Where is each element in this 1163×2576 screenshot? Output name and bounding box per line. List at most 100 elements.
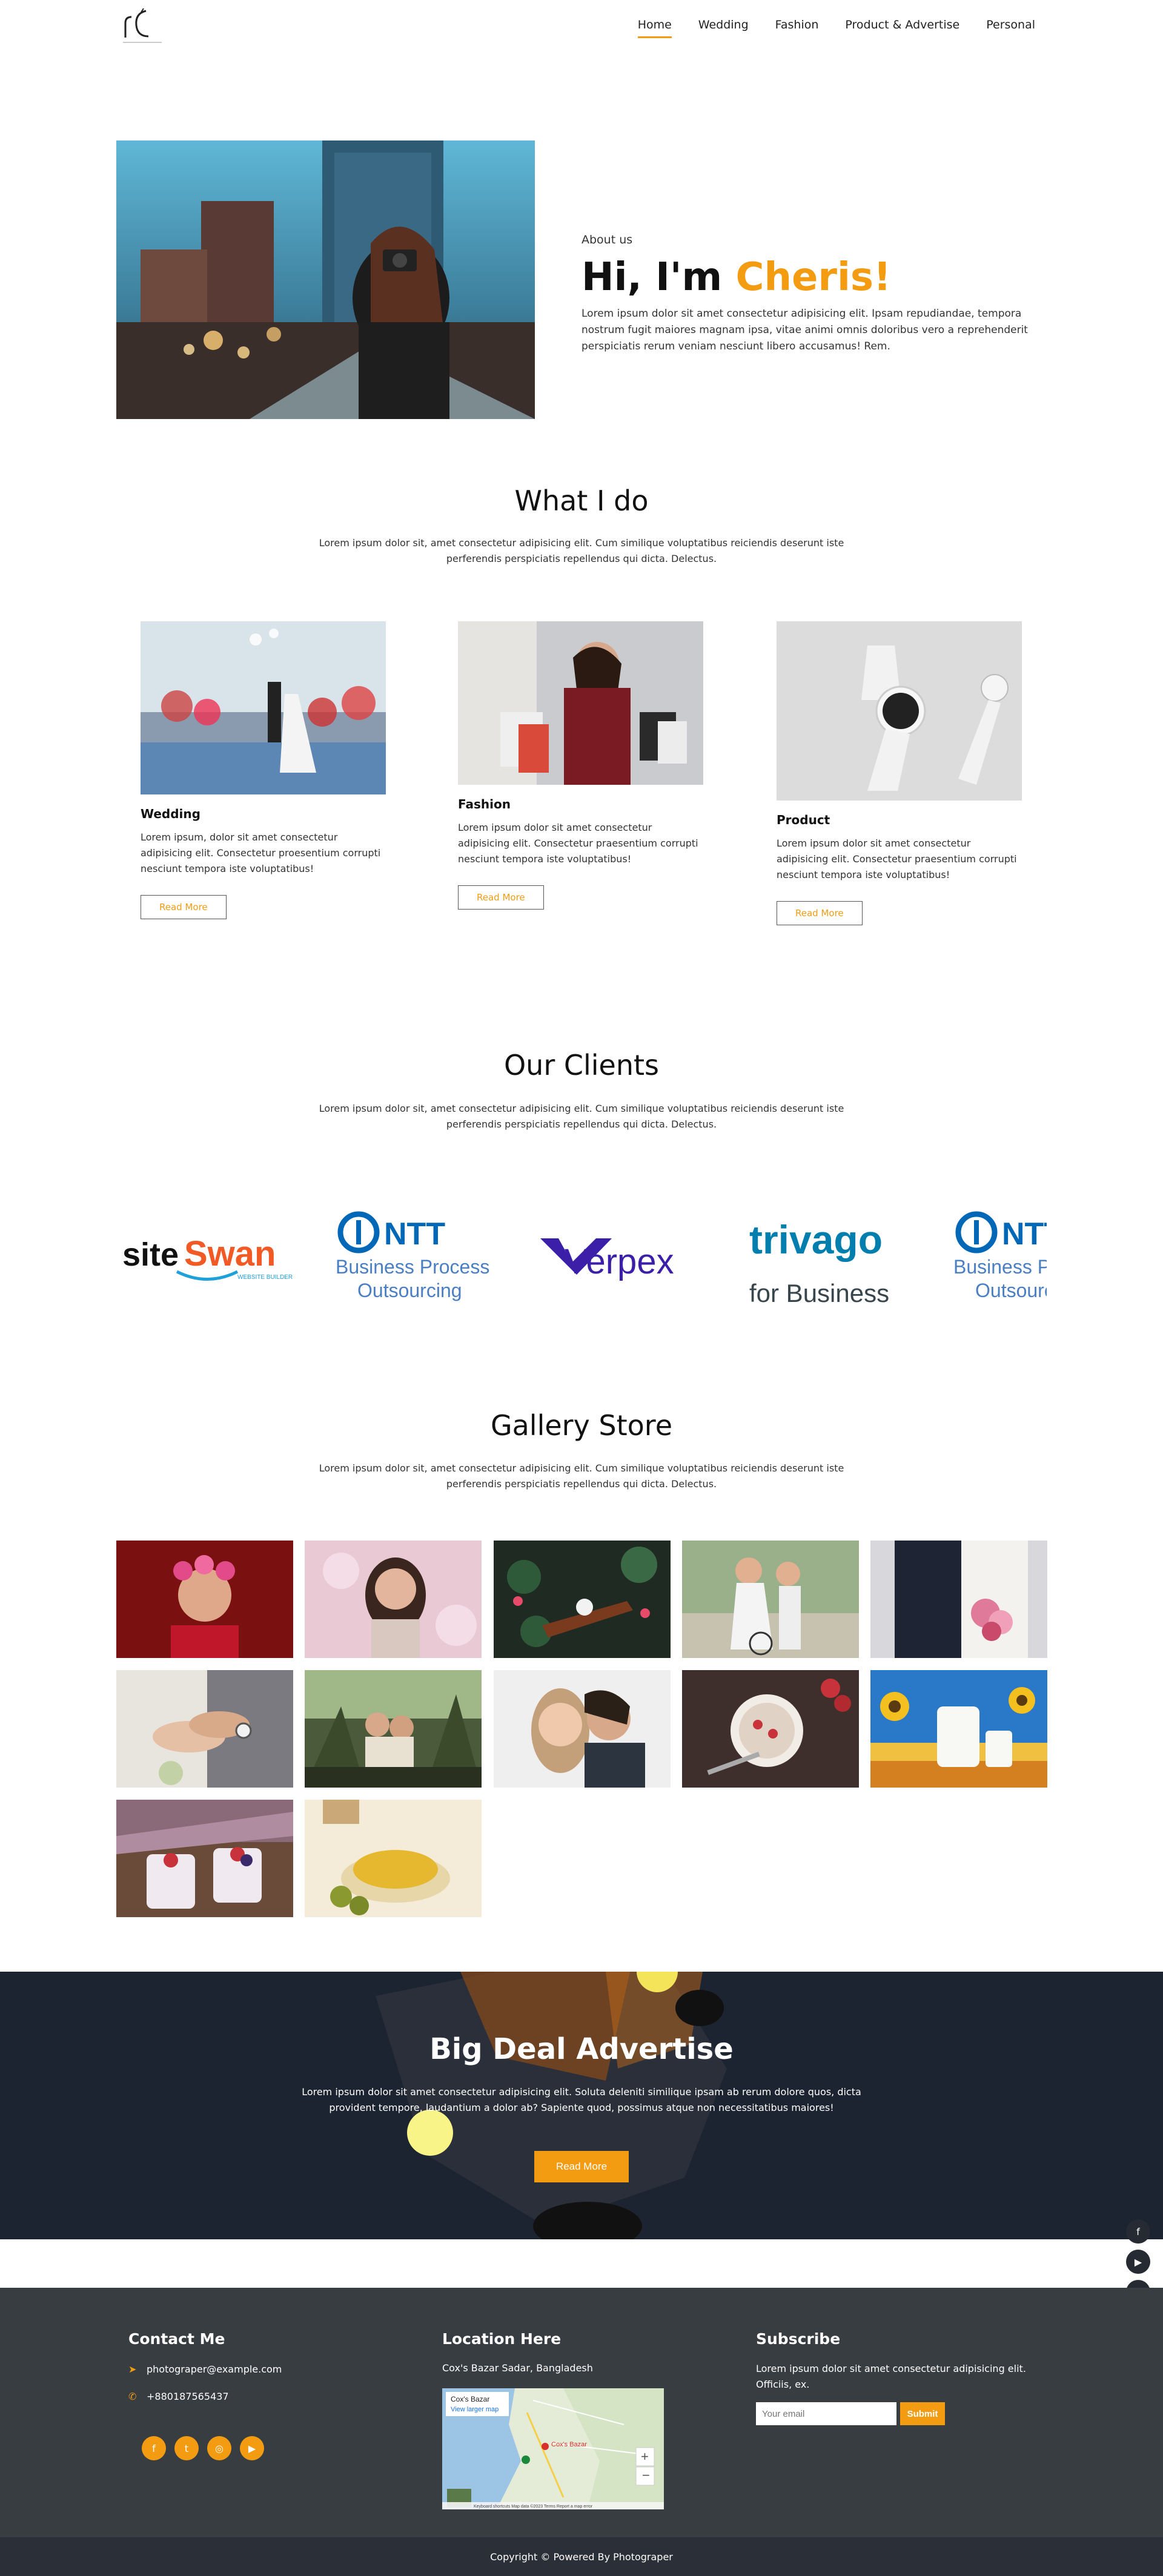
map-place-name: Cox's Bazar <box>451 2395 489 2403</box>
read-more-button[interactable]: Read More <box>777 901 863 925</box>
nav-wedding[interactable]: Wedding <box>698 18 749 38</box>
gallery-image[interactable] <box>305 1541 482 1658</box>
subscribe-email-input[interactable] <box>756 2402 896 2425</box>
svg-text:−: − <box>642 2468 650 2483</box>
banner-description: Lorem ipsum dolor sit amet consectetur a… <box>302 2086 861 2113</box>
services-title: What I do <box>514 484 649 517</box>
top-navbar: Home Wedding Fashion Product & Advertise… <box>0 0 1163 54</box>
read-more-button[interactable]: Read More <box>458 885 544 910</box>
nav-personal[interactable]: Personal <box>986 18 1035 38</box>
service-description: Lorem ipsum dolor sit amet consectetur a… <box>458 822 698 865</box>
gallery-image[interactable] <box>870 1670 1047 1788</box>
clients-title: Our Clients <box>503 1049 660 1082</box>
footer-location: Location Here Cox's Bazar Sadar, Banglad… <box>442 2330 664 2509</box>
contact-title: Contact Me <box>128 2330 225 2348</box>
client-logo-verpex[interactable]: Verpex <box>540 1187 710 1320</box>
service-title: Fashion <box>458 797 511 811</box>
gallery-subtitle: Lorem ipsum dolor sit, amet consectetur … <box>319 1462 844 1490</box>
paper-plane-icon: ➤ <box>128 2363 137 2375</box>
about-section: About us Hi, I'm Cheris! Lorem ipsum dol… <box>582 233 1048 355</box>
main-menu: Home Wedding Fashion Product & Advertise… <box>637 18 1035 38</box>
wedding-photo <box>141 621 386 794</box>
nav-fashion[interactable]: Fashion <box>775 18 819 38</box>
gallery-image[interactable] <box>494 1541 671 1658</box>
subscribe-title: Subscribe <box>756 2330 841 2348</box>
about-description: Lorem ipsum dolor sit amet consectetur a… <box>582 308 1028 352</box>
gallery-title: Gallery Store <box>490 1409 673 1442</box>
subscribe-form: Submit <box>756 2402 1041 2425</box>
footer-social-links: f t ◎ ▶ <box>142 2436 282 2460</box>
facebook-icon[interactable]: f <box>142 2436 166 2460</box>
service-title: Wedding <box>141 807 200 821</box>
siteswan-part1: site <box>122 1237 179 1273</box>
trivago-sub: for Business <box>749 1279 889 1307</box>
instagram-icon[interactable]: ◎ <box>207 2436 231 2460</box>
client-logo-ntt[interactable]: NTT Business Process Outsourcing <box>334 1187 498 1320</box>
verpex-name: Verpex <box>565 1242 674 1281</box>
site-logo[interactable] <box>119 6 164 46</box>
contact-phone[interactable]: ✆ +880187565437 <box>128 2391 282 2402</box>
footer-contact: Contact Me ➤ photograper@example.com ✆ +… <box>128 2330 282 2460</box>
footer: Contact Me ➤ photograper@example.com ✆ +… <box>0 2288 1163 2537</box>
ntt-repeat-name: NTT <box>1002 1217 1047 1252</box>
gallery-image[interactable] <box>682 1670 859 1788</box>
about-photo <box>116 140 535 419</box>
footer-subscribe: Subscribe Lorem ipsum dolor sit amet con… <box>756 2330 1041 2425</box>
ntt-line1: Business Process <box>336 1256 489 1278</box>
gallery-image[interactable] <box>494 1670 671 1788</box>
copyright-text: Copyright © Powered By Photograper <box>490 2551 673 2563</box>
gallery-image[interactable] <box>116 1670 293 1788</box>
nav-home[interactable]: Home <box>637 18 672 38</box>
about-title-name: Cheris! <box>735 255 892 300</box>
ntt-repeat-line1: Business Pr <box>953 1256 1047 1278</box>
location-address: Cox's Bazar Sadar, Bangladesh <box>442 2362 593 2374</box>
facebook-icon[interactable]: f <box>1126 2219 1150 2244</box>
copyright-bar: Copyright © Powered By Photograper <box>0 2537 1163 2576</box>
twitter-icon[interactable]: t <box>174 2436 199 2460</box>
location-title: Location Here <box>442 2330 562 2348</box>
gallery-image[interactable] <box>870 1541 1047 1658</box>
fashion-photo <box>458 621 703 785</box>
gallery-image[interactable] <box>305 1800 482 1917</box>
trivago-name: trivago <box>749 1217 883 1262</box>
service-description: Lorem ipsum, dolor sit amet consectetur … <box>141 831 381 874</box>
banner-title: Big Deal Advertise <box>429 2032 734 2066</box>
gallery-image[interactable] <box>305 1670 482 1788</box>
contact-phone-text: +880187565437 <box>147 2391 229 2402</box>
about-label: About us <box>582 233 633 246</box>
contact-email[interactable]: ➤ photograper@example.com <box>128 2363 282 2375</box>
phone-icon: ✆ <box>128 2391 137 2402</box>
gallery-image[interactable] <box>116 1541 293 1658</box>
map-credits: Keyboard shortcuts Map data ©2023 Terms … <box>474 2504 593 2509</box>
ntt-line2: Outsourcing <box>357 1280 462 1301</box>
about-title: Hi, I'm Cheris! <box>582 255 1048 300</box>
advertise-banner: Big Deal Advertise Lorem ipsum dolor sit… <box>0 1972 1163 2239</box>
banner-read-more-button[interactable]: Read More <box>534 2151 629 2182</box>
contact-email-text: photograper@example.com <box>147 2363 282 2375</box>
client-logo-ntt-repeat[interactable]: NTT Business Pr Outsourc <box>952 1187 1047 1320</box>
clients-subtitle: Lorem ipsum dolor sit, amet consectetur … <box>319 1103 844 1130</box>
client-logo-siteswan[interactable]: site Swan WEBSITE BUILDER <box>122 1187 298 1320</box>
about-title-prefix: Hi, I'm <box>582 255 736 300</box>
product-photo <box>777 621 1022 801</box>
siteswan-tag: WEBSITE BUILDER <box>237 1274 293 1281</box>
map-marker-label: Cox's Bazar <box>551 2441 587 2448</box>
ntt-repeat-line2: Outsourc <box>975 1280 1047 1301</box>
subscribe-description: Lorem ipsum dolor sit amet consectetur a… <box>756 2363 1026 2390</box>
location-map[interactable]: Cox's Bazar + − Keyboard shortcuts Map d… <box>442 2388 664 2509</box>
client-logo-trivago[interactable]: trivago for Business <box>749 1187 901 1320</box>
ntt-name: NTT <box>384 1217 445 1252</box>
service-title: Product <box>777 813 830 827</box>
service-card-fashion: Fashion Lorem ipsum dolor sit amet conse… <box>458 621 712 910</box>
read-more-button[interactable]: Read More <box>141 895 227 919</box>
subscribe-submit-button[interactable]: Submit <box>900 2402 945 2425</box>
gallery-image[interactable] <box>682 1541 859 1658</box>
service-description: Lorem ipsum dolor sit amet consectetur a… <box>777 837 1017 880</box>
nav-product-advertise[interactable]: Product & Advertise <box>845 18 959 38</box>
services-subtitle: Lorem ipsum dolor sit, amet consectetur … <box>319 537 844 564</box>
service-card-product: Product Lorem ipsum dolor sit amet conse… <box>777 621 1031 925</box>
gallery-image[interactable] <box>116 1800 293 1917</box>
clients-carousel: site Swan WEBSITE BUILDER NTT Business P… <box>116 1187 1047 1320</box>
youtube-icon[interactable]: ▶ <box>1126 2250 1150 2274</box>
youtube-icon[interactable]: ▶ <box>240 2436 264 2460</box>
